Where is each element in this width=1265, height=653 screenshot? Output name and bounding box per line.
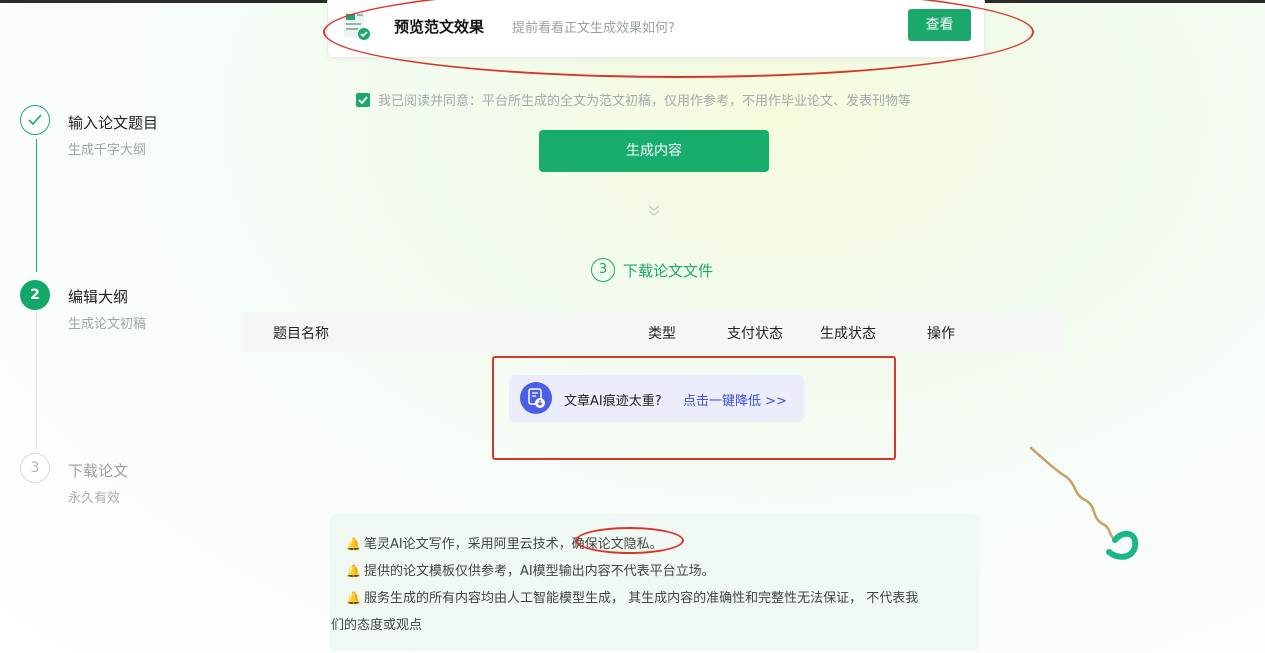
stepper-connector [36,309,37,449]
notice-line: 🔔 服务生成的所有内容均由人工智能模型生成， 其生成内容的准确性和完整性无法保证，… [346,591,919,606]
column-header-title: 题目名称 [273,326,329,342]
generate-content-button[interactable]: 生成内容 [539,130,769,172]
agreement-row: 我已阅读并同意：平台所生成的全文为范文初稿，仅用作参考，不用作毕业论文、发表刊物… [356,90,911,109]
step-1-subtitle: 生成千字大纲 [68,143,147,158]
column-header-action: 操作 [927,326,955,342]
preview-card: 预览范文效果 提前看看正文生成效果如何? 查看 [327,0,985,58]
step-1-title: 输入论文题目 [68,114,159,132]
step-2-badge: 2 [20,280,50,310]
notice-line: 🔔 笔灵AI论文写作，采用阿里云技术，确保论文隐私。 [346,537,663,552]
step-2-subtitle: 生成论文初稿 [68,317,147,332]
column-header-type: 类型 [648,326,676,342]
notice-line: 🔔 提供的论文模板仅供参考，AI模型输出内容不代表平台立场。 [346,564,715,579]
notice-line: 们的态度或观点 [331,618,423,633]
step-2-title: 编辑大纲 [68,288,129,306]
step-3-subtitle: 永久有效 [68,491,121,506]
download-section-heading: 3 下载论文文件 [591,258,713,282]
step-number-badge: 3 [591,258,615,282]
stepper-connector [36,139,37,272]
check-icon [28,114,42,126]
agreement-text: 我已阅读并同意：平台所生成的全文为范文初稿，仅用作参考，不用作毕业论文、发表刊物… [378,94,912,109]
preview-title: 预览范文效果 [394,18,485,36]
step-1-done-badge [20,105,50,135]
view-button[interactable]: 查看 [908,9,971,41]
ai-promo-text: 文章AI痕迹太重? [564,394,662,409]
document-check-icon [344,11,370,40]
table-header: 题目名称 类型 支付状态 生成状态 操作 [243,312,1064,352]
download-heading-label: 下载论文文件 [623,261,714,280]
bell-icon: 🔔 [346,564,361,578]
decorative-squiggle [1029,446,1139,560]
bell-icon: 🔔 [346,591,361,605]
agreement-checkbox[interactable] [356,92,370,107]
ai-reduce-link[interactable]: 点击一键降低 >> [683,390,787,409]
step-3-title: 下载论文 [68,462,129,480]
preview-description: 提前看看正文生成效果如何? [512,21,675,36]
bell-icon: 🔔 [346,537,361,551]
document-download-icon [520,382,552,414]
notice-box: 🔔 笔灵AI论文写作，采用阿里云技术，确保论文隐私。 🔔 提供的论文模板仅供参考，A… [330,514,979,651]
double-chevron-down-icon [648,205,660,216]
ai-reduce-promo[interactable]: 文章AI痕迹太重? 点击一键降低 >> [509,375,804,422]
column-header-generate-status: 生成状态 [820,326,876,342]
checkmark-icon [358,95,368,104]
step-3-badge: 3 [20,453,50,483]
column-header-payment-status: 支付状态 [727,326,783,342]
